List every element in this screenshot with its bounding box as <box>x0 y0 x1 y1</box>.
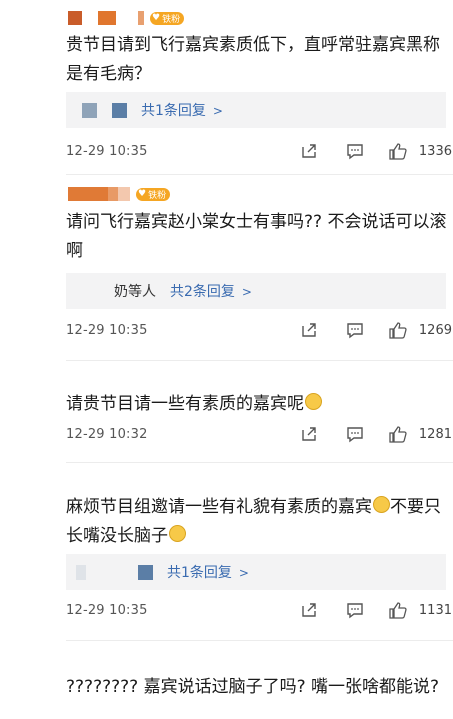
fan-badge: ♥ 铁粉 <box>136 187 171 201</box>
username-redacted <box>98 11 116 25</box>
comment-icon[interactable] <box>345 141 365 161</box>
reply-user-names[interactable]: 奶等人 <box>114 281 156 301</box>
reply-avatar <box>112 102 127 118</box>
view-replies-label: 共1条回复 <box>141 103 206 119</box>
like-count: 1281 <box>418 427 452 442</box>
fan-badge-label: 铁粉 <box>148 190 167 201</box>
comment-meta: 12-29 10:35 1131 <box>66 600 452 624</box>
comment-text: 麻烦节目组邀请一些有礼貌有素质的嘉宾 不要只长嘴没长脑子 <box>66 493 452 551</box>
view-replies-link[interactable]: 共1条回复 > <box>141 100 223 120</box>
like-count: 1269 <box>418 323 452 338</box>
smile-emoji-icon <box>169 525 186 542</box>
comment-text: ???????? 嘉宾说话过脑子了吗? 嘴一张啥都能说? <box>66 677 440 697</box>
username-redacted <box>108 187 118 201</box>
reply-preview[interactable]: 共1条回复 > <box>66 92 446 128</box>
like-icon[interactable] <box>388 600 408 620</box>
smile-emoji-icon <box>373 496 390 513</box>
reply-avatar <box>138 564 153 580</box>
username-redacted-gap <box>82 11 98 25</box>
share-icon[interactable] <box>299 600 319 620</box>
comment-icon[interactable] <box>345 424 365 444</box>
comment-icon[interactable] <box>345 600 365 620</box>
comment-text: 请贵节目请一些有素质的嘉宾呢 <box>66 390 452 419</box>
view-replies-label: 共2条回复 <box>170 284 235 300</box>
chevron-right-icon: > <box>212 104 223 118</box>
like-icon[interactable] <box>388 141 408 161</box>
comment-icon[interactable] <box>345 320 365 340</box>
fan-badge: ♥ 铁粉 <box>150 11 185 25</box>
fan-badge-label: 铁粉 <box>162 14 181 25</box>
heart-badge-icon: ♥ <box>152 13 161 23</box>
username-redacted <box>118 187 130 201</box>
comment-2-username[interactable]: ♥ 铁粉 <box>68 184 171 204</box>
divider <box>66 174 453 175</box>
comment-text: 贵节目请到飞行嘉宾素质低下，直呼常驻嘉宾黑称是有毛病？ <box>66 35 440 84</box>
like-icon[interactable] <box>388 424 408 444</box>
heart-badge-icon: ♥ <box>138 189 147 199</box>
share-icon[interactable] <box>299 320 319 340</box>
divider <box>66 462 453 463</box>
username-redacted <box>68 187 108 201</box>
share-icon[interactable] <box>299 424 319 444</box>
divider <box>66 640 453 641</box>
comment-text-body: 请贵节目请一些有素质的嘉宾呢 <box>66 394 304 414</box>
timestamp: 12-29 10:35 <box>66 323 148 338</box>
username-redacted <box>68 11 82 25</box>
comment-text: 请问飞行嘉宾赵小棠女士有事吗?? 不会说话可以滚啊 <box>66 212 447 261</box>
chevron-right-icon: > <box>238 566 249 580</box>
reply-preview[interactable]: 共1条回复 > <box>66 554 446 590</box>
view-replies-link[interactable]: 共1条回复 > <box>167 562 249 582</box>
divider <box>66 360 453 361</box>
chevron-right-icon: > <box>241 285 252 299</box>
like-count: 1131 <box>418 603 452 618</box>
like-icon[interactable] <box>388 320 408 340</box>
comment-meta: 12-29 10:35 1269 <box>66 320 452 344</box>
timestamp: 12-29 10:35 <box>66 144 148 159</box>
comment-meta: 12-29 10:35 1336 <box>66 141 452 165</box>
reply-preview[interactable]: 奶等人 共2条回复 > <box>66 273 446 309</box>
reply-avatar <box>82 102 97 118</box>
reply-avatar <box>76 564 86 580</box>
timestamp: 12-29 10:35 <box>66 603 148 618</box>
like-count: 1336 <box>418 144 452 159</box>
comment-text-part-1: 麻烦节目组邀请一些有礼貌有素质的嘉宾 <box>66 497 372 517</box>
share-icon[interactable] <box>299 141 319 161</box>
comment-meta: 12-29 10:32 1281 <box>66 424 452 448</box>
view-replies-label: 共1条回复 <box>167 565 232 581</box>
username-redacted <box>138 11 144 25</box>
smile-emoji-icon <box>305 393 322 410</box>
comment-1-username[interactable]: ♥ 铁粉 <box>68 8 185 28</box>
view-replies-link[interactable]: 共2条回复 > <box>170 281 252 301</box>
username-redacted-gap <box>116 11 138 25</box>
timestamp: 12-29 10:32 <box>66 427 148 442</box>
